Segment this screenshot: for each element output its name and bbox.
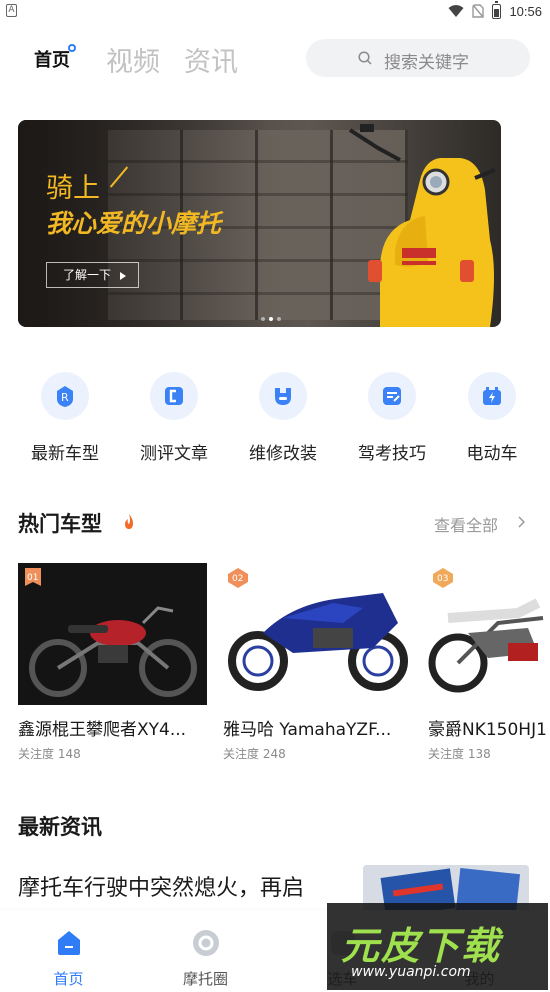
quick-nav-icon-bg (150, 372, 198, 420)
notification-a-icon: A (6, 4, 17, 17)
search-input[interactable]: 搜索关键字 (306, 39, 530, 77)
fire-icon (125, 514, 133, 529)
tab-video[interactable]: 视频 (106, 40, 160, 79)
review-article-icon (165, 387, 183, 405)
banner-headline-2: 我心爱的小摩托 (46, 209, 222, 238)
classic-motorcycle-illustration (29, 606, 197, 697)
see-all-link[interactable]: 查看全部 (434, 512, 498, 536)
rank-number: 03 (437, 574, 448, 584)
electric-vehicle-icon (483, 387, 501, 405)
search-placeholder: 搜索关键字 (384, 53, 469, 73)
search-icon (358, 51, 372, 65)
status-icons: 10:56 (448, 0, 542, 20)
no-sim-icon (472, 4, 485, 18)
banner-learn-more-button[interactable]: 了解一下 (46, 262, 139, 288)
new-model-icon: R (57, 386, 73, 407)
model-name: 鑫源棍王攀爬者XY4... (18, 720, 187, 740)
chevron-right-icon[interactable] (517, 516, 525, 528)
quick-nav-label: 维修改装 (249, 444, 317, 464)
model-name: 豪爵NK150HJ1 (428, 720, 547, 740)
model-popularity: 关注度 248 (223, 747, 286, 761)
model-popularity: 关注度 138 (428, 747, 491, 761)
banner-headline-1: 骑上 (46, 173, 100, 204)
tab-active-dot (68, 44, 76, 52)
motorcycle-image: 01 (18, 563, 207, 705)
carousel-dot-active[interactable] (269, 317, 273, 321)
quick-nav-label: 电动车 (466, 444, 518, 464)
rank-number: 01 (27, 573, 38, 583)
rank-badge: 02 (228, 568, 248, 588)
wifi-icon (448, 5, 464, 17)
carousel-dot[interactable] (261, 317, 265, 321)
banner-button-label: 了解一下 (63, 268, 112, 282)
sport-motorcycle-illustration (228, 593, 408, 691)
banner-carousel[interactable]: 骑上 我心爱的小摩托 了解一下 (18, 120, 501, 327)
motorcycle-image: 03 (428, 563, 550, 705)
bottom-nav-home[interactable]: 首页 (0, 910, 137, 992)
quick-nav: R 最新车型 测评文章 维修改装 驾考技巧 电动车 (0, 372, 550, 472)
watermark-text: 元皮下载 (341, 924, 502, 968)
header: 首页 视频 资讯 搜索关键字 (0, 36, 550, 82)
model-popularity: 关注度 148 (18, 747, 81, 761)
quick-nav-icon-bg (468, 372, 516, 420)
latest-news-title: 最新资讯 (18, 815, 102, 839)
news-headline[interactable]: 摩托车行驶中突然熄火，再启 (18, 870, 304, 902)
carousel-dot[interactable] (277, 317, 281, 321)
rank-badge: 03 (433, 568, 453, 588)
bottom-nav-label: 首页 (53, 970, 84, 988)
watermark-url: www.yuanpi.com (351, 964, 471, 980)
model-name: 雅马哈 YamahaYZF... (223, 720, 392, 740)
rank-badge: 01 (25, 568, 41, 586)
tab-news[interactable]: 资讯 (184, 40, 238, 79)
rank-number: 02 (232, 574, 243, 584)
quick-nav-icon-bg (368, 372, 416, 420)
quick-nav-icon-bg (259, 372, 307, 420)
yellow-scooter-image (348, 124, 496, 327)
carousel-dots (261, 317, 281, 321)
quick-nav-label: 驾考技巧 (358, 444, 426, 464)
driving-test-icon (383, 387, 401, 405)
watermark-logo: 元皮下载 www.yuanpi.com (327, 903, 548, 990)
home-icon (57, 931, 80, 955)
hot-models-title: 热门车型 (18, 512, 102, 536)
quick-nav-label: 测评文章 (140, 444, 208, 464)
play-arrow-icon (120, 272, 126, 280)
moto-circle-icon (192, 930, 219, 956)
quick-nav-label: 最新车型 (31, 444, 99, 464)
status-bar: A 10:56 (0, 0, 550, 22)
motorcycle-image: 02 (223, 563, 412, 705)
battery-icon (492, 0, 502, 19)
repair-modify-icon (275, 388, 291, 405)
bottom-nav-moto-circle[interactable]: 摩托圈 (137, 910, 274, 992)
quick-nav-icon-bg: R (41, 372, 89, 420)
status-time: 10:56 (509, 3, 542, 19)
bottom-nav-label: 摩托圈 (182, 970, 228, 988)
svg-text:R: R (61, 391, 69, 404)
tab-home[interactable]: 首页 (34, 46, 70, 72)
